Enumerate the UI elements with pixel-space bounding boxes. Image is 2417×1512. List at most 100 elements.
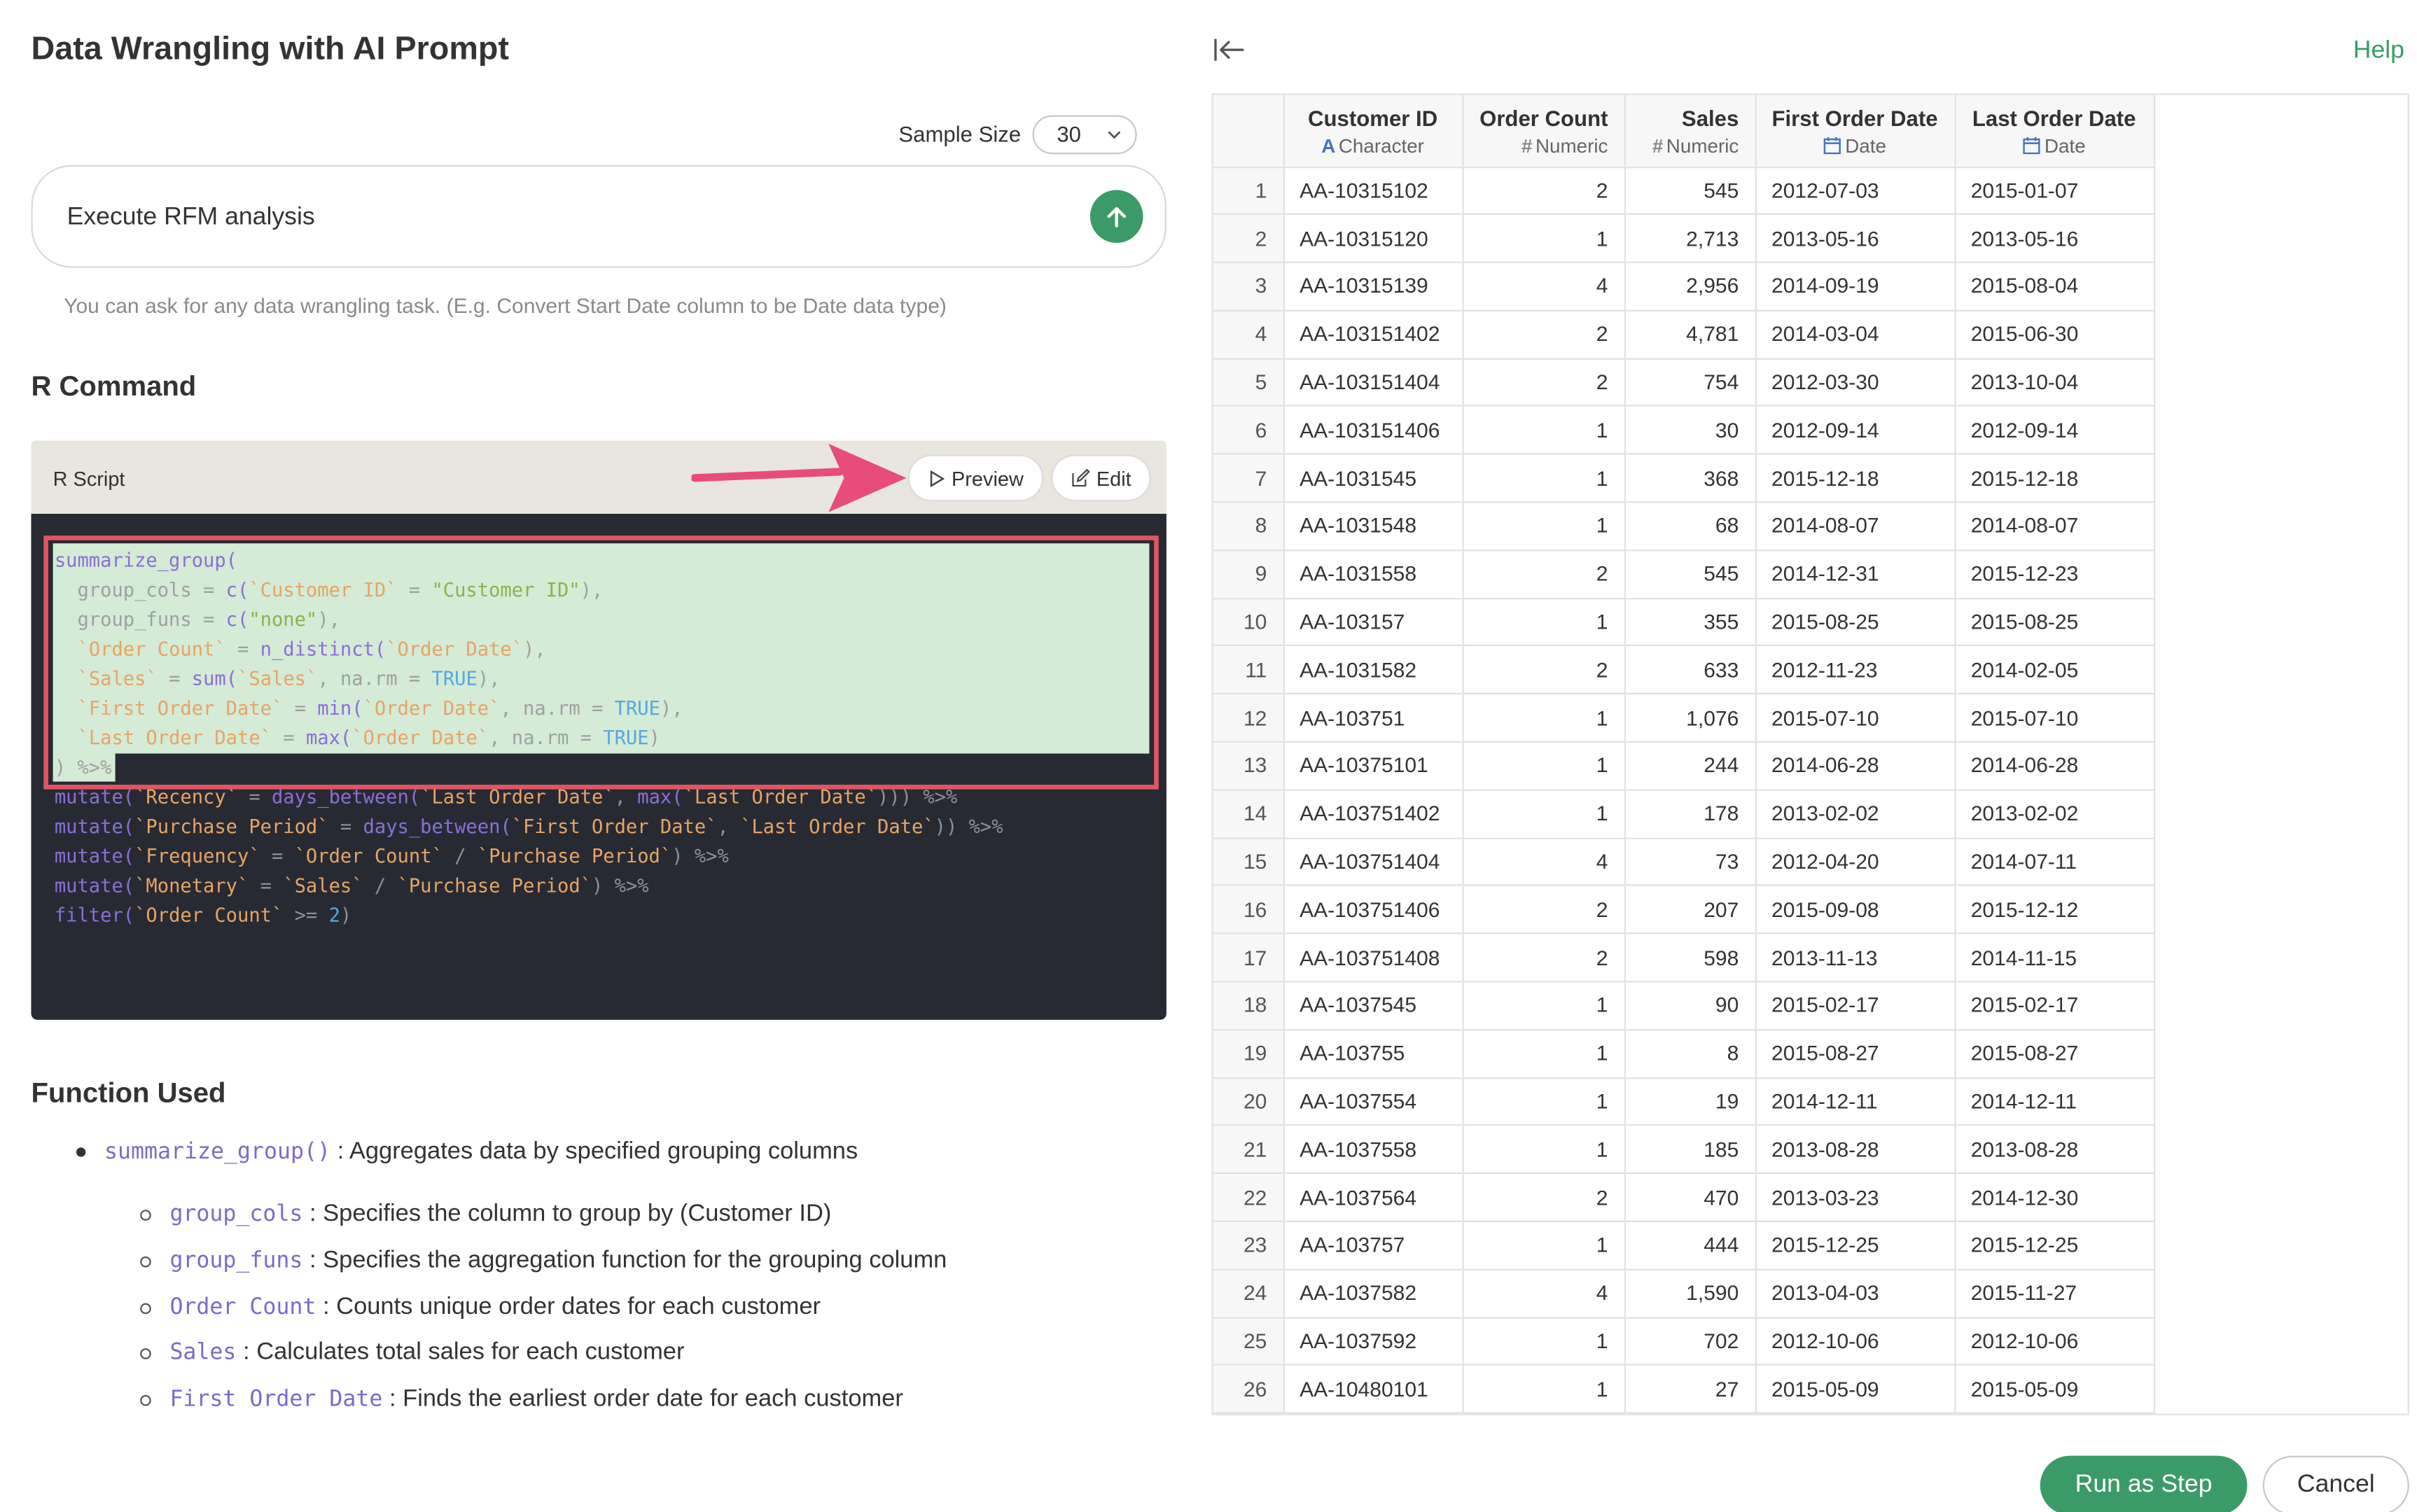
table-row: 26 AA-10480101 1 27 2015-05-09 2015-05-09 [1213,1365,2155,1414]
cell-last-order-date: 2014-02-05 [1954,645,2155,695]
cell-order-count: 1 [1462,981,1625,1031]
cell-order-count: 2 [1462,645,1625,695]
cell-sales: 545 [1624,550,1756,599]
cell-sales: 207 [1624,886,1756,935]
cancel-button[interactable]: Cancel [2262,1455,2409,1512]
cell-customer-id: AA-10315120 [1283,214,1463,264]
numeric-type-icon: # [1652,135,1664,158]
row-number: 4 [1213,310,1284,360]
help-link[interactable]: Help [2353,37,2404,65]
cell-order-count: 4 [1462,262,1625,312]
cell-sales: 185 [1624,1125,1756,1175]
cell-last-order-date: 2015-08-27 [1954,1029,2155,1079]
cell-order-count: 1 [1462,1221,1625,1270]
cell-order-count: 2 [1462,933,1625,983]
cell-customer-id: AA-1037554 [1283,1077,1463,1127]
cell-order-count: 1 [1462,598,1625,648]
cell-sales: 470 [1624,1173,1756,1223]
cell-customer-id: AA-103751 [1283,694,1463,743]
cell-sales: 702 [1624,1317,1756,1366]
cell-first-order-date: 2015-09-08 [1755,886,1956,935]
row-number: 6 [1213,406,1284,456]
run-as-step-button[interactable]: Run as Step [2040,1455,2248,1512]
cell-first-order-date: 2015-08-25 [1755,598,1956,648]
arrow-up-icon [1107,206,1127,227]
row-number: 26 [1213,1365,1284,1414]
cell-sales: 545 [1624,166,1756,216]
cell-last-order-date: 2014-06-28 [1954,741,2155,791]
cell-first-order-date: 2015-05-09 [1755,1365,1956,1414]
cell-sales: 30 [1624,406,1756,456]
column-header-order-count[interactable]: Order Count # Numeric [1462,94,1625,168]
code-line-11: mutate(`Frequency` = `Order Count` / `Pu… [54,845,729,867]
cell-first-order-date: 2012-09-14 [1755,406,1956,456]
table-row: 22 AA-1037564 2 470 2013-03-23 2014-12-30 [1213,1173,2155,1223]
prompt-input[interactable]: Execute RFM analysis [31,164,1166,268]
column-header-last-order-date[interactable]: Last Order Date Date [1954,94,2155,168]
row-number: 20 [1213,1077,1284,1127]
table-row: 11 AA-1031582 2 633 2012-11-23 2014-02-05 [1213,645,2155,695]
cell-order-count: 2 [1462,358,1625,407]
edit-button[interactable]: Edit [1051,454,1152,502]
cell-first-order-date: 2014-08-07 [1755,502,1956,552]
row-number: 1 [1213,166,1284,216]
column-header-first-order-date[interactable]: First Order Date Date [1755,94,1956,168]
cell-last-order-date: 2015-02-17 [1954,981,2155,1031]
cell-last-order-date: 2014-12-30 [1954,1173,2155,1223]
cell-sales: 178 [1624,790,1756,839]
cell-last-order-date: 2013-08-28 [1954,1125,2155,1175]
cell-customer-id: AA-1037582 [1283,1269,1463,1319]
cell-first-order-date: 2013-08-28 [1755,1125,1956,1175]
character-type-icon: A [1321,135,1336,158]
chevron-down-icon [1107,130,1120,139]
function-used-heading: Function Used [31,1077,226,1109]
table-row: 18 AA-1037545 1 90 2015-02-17 2015-02-17 [1213,981,2155,1031]
sample-size-select[interactable]: 30 [1031,114,1136,154]
row-number-header [1213,94,1284,168]
data-preview-table: Customer ID A Character Order Count # Nume… [1211,93,2409,1415]
cell-sales: 633 [1624,645,1756,695]
cell-sales: 90 [1624,981,1756,1031]
row-number: 24 [1213,1269,1284,1319]
cell-order-count: 1 [1462,1029,1625,1079]
code-line-13: filter(`Order Count` >= 2) [54,904,352,927]
table-row: 14 AA-103751402 1 178 2013-02-02 2013-02-02 [1213,790,2155,839]
bullet-ring [140,1348,151,1359]
cell-sales: 73 [1624,837,1756,887]
annotation-highlight-box [43,536,1159,790]
preview-button[interactable]: Preview [907,454,1044,502]
table-row: 12 AA-103751 1 1,076 2015-07-10 2015-07-10 [1213,694,2155,743]
sample-size-value: 30 [1057,121,1081,147]
row-number: 25 [1213,1317,1284,1366]
column-header-customer-id[interactable]: Customer ID A Character [1283,94,1463,168]
row-number: 23 [1213,1221,1284,1270]
cell-order-count: 1 [1462,1317,1625,1366]
code-line-10: mutate(`Purchase Period` = days_between(… [54,816,1003,838]
cell-order-count: 1 [1462,1365,1625,1414]
cell-customer-id: AA-1037558 [1283,1125,1463,1175]
cell-last-order-date: 2015-06-30 [1954,310,2155,360]
cell-sales: 368 [1624,454,1756,503]
row-number: 8 [1213,502,1284,552]
cell-last-order-date: 2015-12-25 [1954,1221,2155,1270]
cell-sales: 8 [1624,1029,1756,1079]
cell-order-count: 1 [1462,454,1625,503]
row-number: 9 [1213,550,1284,599]
table-row: 3 AA-10315139 4 2,956 2014-09-19 2015-08-04 [1213,262,2155,312]
cell-last-order-date: 2015-12-23 [1954,550,2155,599]
cell-sales: 2,956 [1624,262,1756,312]
sample-size-label: Sample Size [898,121,1022,147]
code-editor[interactable]: summarize_group( group_cols = c(`Custome… [31,513,1166,1020]
function-item-1: group_cols : Specifies the column to gro… [169,1200,832,1227]
column-header-sales[interactable]: Sales # Numeric [1624,94,1756,168]
send-button[interactable] [1089,190,1143,243]
table-row: 20 AA-1037554 1 19 2014-12-11 2014-12-11 [1213,1077,2155,1127]
table-row: 8 AA-1031548 1 68 2014-08-07 2014-08-07 [1213,502,2155,552]
script-header: R Script Preview Edit [31,440,1166,514]
cell-customer-id: AA-103757 [1283,1221,1463,1270]
cell-customer-id: AA-103751402 [1283,790,1463,839]
cell-first-order-date: 2013-05-16 [1755,214,1956,264]
cell-sales: 27 [1624,1365,1756,1414]
collapse-panel-icon[interactable] [1213,37,1244,62]
cell-last-order-date: 2015-05-09 [1954,1365,2155,1414]
